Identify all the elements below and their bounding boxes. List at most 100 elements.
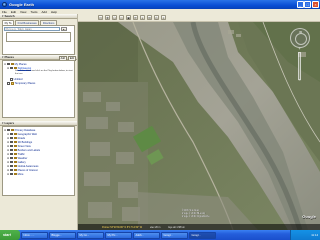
checkbox[interactable]	[10, 168, 13, 172]
folder-icon	[13, 136, 17, 140]
folder-icon	[10, 62, 14, 66]
layer-label: Geographic Web	[17, 132, 38, 136]
layer-label: More	[17, 172, 24, 176]
layer-item[interactable]: ⊞ More	[4, 172, 73, 176]
menu-help[interactable]: Help	[51, 10, 57, 14]
tree-item-label: Temporary Places	[14, 81, 36, 85]
folder-icon	[13, 172, 17, 176]
checkbox[interactable]	[10, 140, 13, 144]
places-tree: ⊟ My Places ⊞ Sightseeing Select this fo…	[2, 60, 75, 119]
view-in-maps-icon[interactable]: ⌖	[161, 15, 166, 20]
checkbox[interactable]	[10, 156, 13, 160]
window-controls: _ □ ×	[296, 1, 319, 8]
search-go-button[interactable]: ▸	[60, 27, 67, 32]
menu-edit[interactable]: Edit	[11, 10, 16, 14]
tree-item-temporary-places[interactable]: Temporary Places	[4, 81, 73, 85]
sunlight-icon[interactable]: ◐	[140, 15, 145, 20]
menu-file[interactable]: File	[2, 10, 7, 14]
look-joystick-icon[interactable]	[295, 33, 307, 45]
layer-label: Roads	[17, 136, 26, 140]
search-box: Fly to e.g., Tokyo, Japan ▸	[2, 25, 75, 56]
collapse-arrow-icon[interactable]: ▾	[2, 121, 4, 125]
google-earth-icon	[2, 2, 7, 7]
checkbox[interactable]	[10, 136, 13, 140]
taskbar-button[interactable]: Adob...	[133, 231, 160, 239]
tab-fly-to[interactable]: Fly To	[2, 20, 15, 26]
layers-pane-title: Layers	[4, 121, 15, 126]
checkbox[interactable]	[10, 66, 13, 70]
email-icon[interactable]: ✉	[147, 15, 152, 20]
checkbox[interactable]	[7, 62, 10, 66]
compass-icon[interactable]: N	[290, 28, 310, 48]
checkbox[interactable]	[10, 144, 13, 148]
tree-item-label: Untitled	[13, 77, 23, 81]
checkbox[interactable]	[10, 160, 13, 164]
layer-label: Weather	[17, 156, 28, 160]
satellite-imagery	[78, 22, 320, 230]
taskbar-button[interactable]: Googl...	[161, 231, 188, 239]
image-overlay-icon[interactable]: ▣	[126, 15, 131, 20]
zoom-slider[interactable]	[298, 52, 301, 80]
layer-label: 3D Buildings	[17, 140, 33, 144]
layer-label: Borders and Labels	[17, 148, 41, 152]
sidebar-toggle-icon[interactable]: ▭	[98, 15, 103, 20]
checkbox[interactable]	[10, 148, 13, 152]
copyright-line: Image © 2009 DigitalGlobe	[182, 215, 210, 218]
close-button[interactable]: ×	[312, 1, 319, 8]
menu-view[interactable]: View	[20, 10, 26, 14]
google-logo: Google	[302, 214, 316, 219]
menu-tools[interactable]: Tools	[30, 10, 37, 14]
tab-directions[interactable]: Directions	[40, 20, 58, 26]
minimize-button[interactable]: _	[296, 1, 304, 8]
placemark-icon[interactable]: ✥	[105, 15, 110, 20]
places-pane-title: Places	[4, 55, 15, 60]
taskbar-button[interactable]: Inbox - ...	[21, 231, 48, 239]
taskbar-button[interactable]: Googl...	[189, 231, 216, 239]
taskbar-button[interactable]: Blogge...	[49, 231, 76, 239]
polygon-icon[interactable]: ⬠	[112, 15, 117, 20]
folder-icon	[13, 164, 17, 168]
title-bar[interactable]: Google Earth _ □ ×	[0, 0, 320, 9]
pointer-coordinates: Pointer 53°20'39.80" N 6°17'14.52" W	[102, 225, 143, 229]
layer-label: Primary Database	[14, 128, 36, 132]
taskbar-button[interactable]: My Pic...	[105, 231, 132, 239]
folder-icon	[13, 148, 17, 152]
layer-label: Global Awareness	[17, 164, 39, 168]
checkbox[interactable]	[7, 128, 10, 132]
checkbox[interactable]	[10, 164, 13, 168]
layers-tree: ⊞ Primary Database ⊞ Geographic Web ⊞ Roads ⊞ 3…	[2, 126, 75, 197]
folder-icon	[10, 128, 14, 132]
system-tray-clock[interactable]: 11:14	[290, 230, 320, 240]
checkbox[interactable]	[7, 82, 10, 85]
search-pane-title: Search	[4, 14, 15, 18]
navigation-controls[interactable]: N + −	[290, 28, 316, 88]
collapse-arrow-icon[interactable]: ▾	[2, 55, 4, 59]
zoom-out-button[interactable]: −	[297, 79, 302, 84]
tab-find-businesses[interactable]: Find Businesses	[15, 20, 40, 26]
folder-icon	[10, 82, 14, 85]
taskbar-button[interactable]: My Co...	[77, 231, 104, 239]
search-results-list[interactable]	[6, 32, 71, 43]
print-icon[interactable]: ⎙	[154, 15, 159, 20]
folder-icon	[13, 168, 17, 172]
checkbox[interactable]	[10, 152, 13, 156]
start-button[interactable]: start	[0, 230, 20, 240]
map-view[interactable]: N + − ©2009 Tele Atlas Image © 2009 Blue…	[78, 22, 320, 230]
folder-icon	[13, 152, 17, 156]
checkbox[interactable]	[10, 172, 13, 176]
window-title: Google Earth	[9, 2, 35, 7]
maximize-button[interactable]: □	[304, 1, 312, 8]
folder-icon	[13, 144, 17, 148]
tree-item-label: My Places	[14, 62, 27, 66]
folder-icon	[13, 156, 17, 160]
collapse-arrow-icon[interactable]: ▾	[2, 14, 4, 18]
windows-taskbar: start Inbox - ... Blogge... My Co... My Pic…	[0, 230, 320, 240]
fly-to-input[interactable]: Fly to e.g., Tokyo, Japan	[4, 27, 60, 32]
eye-altitude-readout: Eye alt 1.58 km	[168, 225, 185, 229]
folder-description: Select this folder and click on the Play…	[15, 70, 73, 75]
path-icon[interactable]: 〰	[119, 15, 124, 20]
menu-add[interactable]: Add	[41, 10, 46, 14]
checkbox[interactable]	[10, 78, 13, 81]
record-tour-icon[interactable]: ⟳	[133, 15, 138, 20]
checkbox[interactable]	[10, 132, 13, 136]
